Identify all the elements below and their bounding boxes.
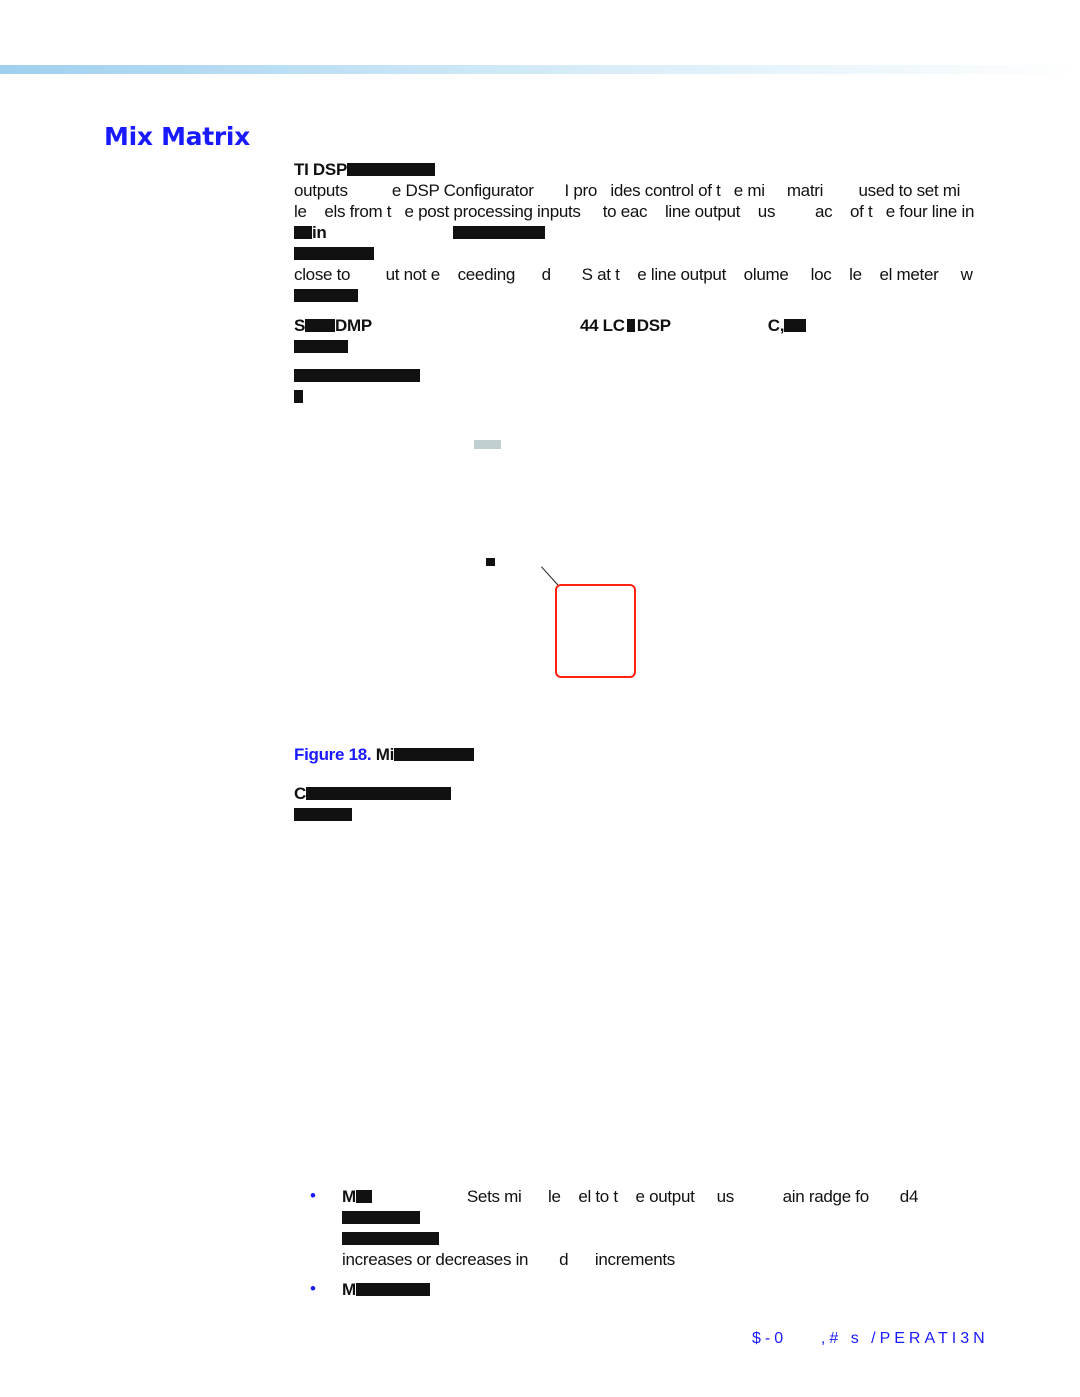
garbled-text: [342, 1232, 439, 1245]
garbled-text: [355, 1190, 372, 1203]
page-footer: $-0 ,# s /PERATI3N: [752, 1330, 989, 1347]
figure-caption: Figure 18. Mi: [294, 745, 475, 765]
bullet1-line3: [342, 1229, 439, 1249]
bullet1-line1: M Sets mi le el to t e output us ain radg…: [342, 1187, 918, 1207]
figure-callout-box: [555, 584, 636, 678]
bullet1-line2: [342, 1208, 420, 1228]
figure-number: Figure 18.: [294, 745, 372, 764]
garbled-text: [294, 226, 312, 239]
para2-line1: S DMP 44 LC DSP C,: [294, 316, 807, 336]
text-fragment: C: [294, 784, 306, 803]
header-band: [0, 65, 1080, 74]
para1-line7: [294, 286, 358, 306]
bullet2-line1: M: [342, 1280, 430, 1300]
text-fragment: M: [342, 1280, 356, 1299]
garbled-text: [626, 319, 635, 332]
bullet-icon: •: [310, 1186, 316, 1205]
figure-label-mark: [486, 558, 495, 566]
garbled-text: [294, 340, 348, 353]
garbled-text: [342, 1211, 420, 1224]
text-fragment: Mi: [375, 745, 395, 764]
para1-line3: le els from t e post processing inputs t…: [294, 202, 975, 221]
garbled-text: [347, 163, 435, 176]
para1-line4: in: [294, 223, 545, 243]
bullet-icon: •: [310, 1279, 316, 1298]
text-fragment: M: [342, 1187, 356, 1206]
section-title: Mix Matrix: [104, 122, 250, 151]
garbled-text: [294, 247, 374, 260]
para4-line1: C: [294, 784, 451, 804]
garbled-text: [305, 787, 451, 800]
text-fragment: in: [312, 223, 327, 242]
para2-line2: [294, 337, 348, 357]
garbled-text: [784, 319, 807, 332]
text-fragment: S: [294, 316, 306, 335]
callout-leader-line: [541, 566, 560, 587]
para1-line6: close to ut not e ceeding d S at t e lin…: [294, 265, 973, 284]
para3-line2: [294, 387, 303, 407]
garbled-text: [294, 390, 303, 403]
text-fragment: TI DSP: [294, 160, 347, 179]
garbled-text: [294, 289, 358, 302]
text-fragment: DSP: [636, 316, 671, 335]
garbled-text: [355, 1283, 430, 1296]
garbled-text: [394, 748, 475, 761]
para1-line5: [294, 244, 374, 264]
garbled-text: [294, 808, 352, 821]
text-fragment: DMP: [335, 316, 372, 335]
para4-line2: [294, 805, 352, 825]
bullet1-line4: increases or decreases in d increments: [342, 1250, 676, 1269]
para1-line2: outputs e DSP Configurator I pro ides co…: [294, 181, 961, 200]
para1-line1: TI DSP: [294, 160, 435, 180]
figure-thumbnail: [474, 440, 501, 449]
text-fragment: Sets mi le el to t e output us ain radge…: [466, 1187, 919, 1206]
garbled-text: [305, 319, 336, 332]
garbled-text: [294, 369, 420, 382]
garbled-text: [452, 226, 545, 239]
para3-line1: [294, 366, 420, 386]
text-fragment: C,: [767, 316, 785, 335]
text-fragment: 44 LC: [579, 316, 625, 335]
